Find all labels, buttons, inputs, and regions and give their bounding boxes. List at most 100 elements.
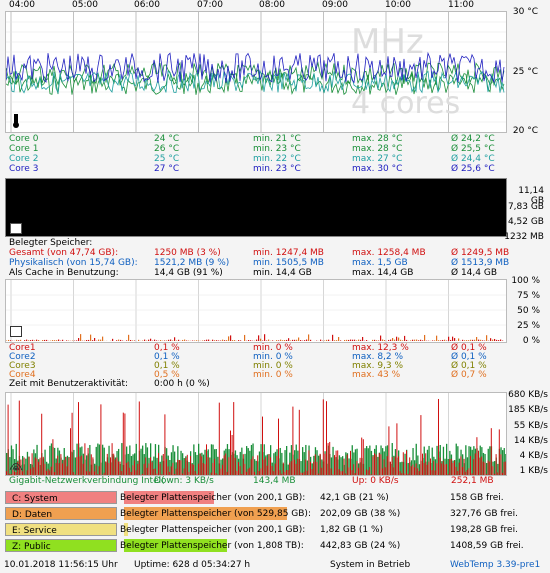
cpu-bar xyxy=(378,340,380,341)
net-up-bar xyxy=(218,402,220,475)
drive-row[interactable]: E: Service Belegter Plattenspeicher (von … xyxy=(5,523,545,537)
cpu-bar xyxy=(450,339,452,341)
net-up-bar xyxy=(332,474,334,475)
net-down-bar xyxy=(447,458,449,475)
cpu-bar xyxy=(272,340,274,341)
net-up-bar xyxy=(100,404,102,475)
net-up-bar xyxy=(329,441,331,475)
net-up-bar xyxy=(367,470,369,475)
drive-name[interactable]: C: System xyxy=(5,491,117,504)
net-up-bar xyxy=(351,470,353,475)
net-up-bar xyxy=(108,462,110,475)
cpu-bar xyxy=(154,339,156,341)
net-up-bar xyxy=(399,471,401,475)
net-up-bar xyxy=(28,456,30,475)
net-up-bar xyxy=(279,470,281,475)
cpu-bar xyxy=(372,339,374,341)
net-up-bar xyxy=(34,457,36,475)
net-down-bar xyxy=(370,450,373,475)
net-up-bar xyxy=(113,453,115,475)
cpu-bar xyxy=(54,340,56,341)
net-up-bar xyxy=(438,398,439,475)
cpu-bar xyxy=(388,339,390,341)
net-up-bar xyxy=(447,474,449,475)
hour-label: 07:00 xyxy=(197,0,223,10)
cpu-bar xyxy=(250,340,252,341)
net-up-bar xyxy=(199,453,201,475)
net-up-bar xyxy=(260,468,262,475)
cpu-bar xyxy=(320,339,322,341)
cpu-bar xyxy=(280,339,282,341)
cpu-bar xyxy=(130,339,132,341)
net-up-bar xyxy=(105,461,107,475)
net-up-bar xyxy=(281,473,283,475)
temp-ylabel-25: 25 °C xyxy=(512,67,538,77)
net-up-bar xyxy=(196,473,198,475)
drive-name[interactable]: Z: Public xyxy=(5,539,117,552)
drive-label: Belegter Plattenspeicher (von 1,808 TB): xyxy=(120,541,304,551)
net-up-bar xyxy=(94,471,95,475)
net-down-bar xyxy=(407,463,409,475)
net-up-bar xyxy=(495,454,497,475)
drive-row[interactable]: Z: Public Belegter Plattenspeicher (von 1… xyxy=(5,539,545,553)
cpu-bar xyxy=(214,340,216,341)
net-up-bar xyxy=(244,463,246,475)
cpu-bar xyxy=(150,338,152,341)
temp-min: min. 23 °C xyxy=(253,144,301,154)
net-up-bar xyxy=(204,464,206,475)
cpu-bar xyxy=(418,340,420,341)
net-down-bar xyxy=(318,455,320,475)
hour-label: 11:00 xyxy=(448,0,474,10)
net-up-bar xyxy=(87,447,89,475)
net-up-bar xyxy=(159,463,161,475)
temp-avg: Ø 25,6 °C xyxy=(451,164,495,174)
footer-version[interactable]: WebTemp 3.39-pre1 xyxy=(450,558,540,572)
net-up-bar xyxy=(476,437,478,475)
cpu-bar xyxy=(156,340,158,341)
network-icon xyxy=(9,459,23,471)
thermometer-icon xyxy=(12,114,20,128)
net-up-bar xyxy=(236,470,238,475)
net-up-bar xyxy=(420,415,422,475)
net-up-bar xyxy=(31,453,33,475)
net-ylabel-3: 14 KB/s xyxy=(513,436,548,446)
cpu-bar xyxy=(308,334,310,341)
net-up-bar xyxy=(36,458,38,475)
cpu-bar xyxy=(32,339,34,341)
drive-row[interactable]: C: System Belegter Plattenspeicher (von 2… xyxy=(5,491,545,505)
net-down-bar xyxy=(103,447,105,475)
cpu-bar xyxy=(414,339,416,341)
net-up-bar xyxy=(398,456,399,475)
cpu-ylabel-50: 50 % xyxy=(517,306,540,316)
cpu-bar xyxy=(398,337,400,341)
net-up-bar xyxy=(41,413,43,475)
cpu-bar xyxy=(412,339,414,341)
cpu-bar xyxy=(90,334,92,341)
cpu-bar xyxy=(144,339,146,341)
temp-min: min. 23 °C xyxy=(253,164,301,174)
net-up-bar xyxy=(225,453,227,475)
net-down-bar xyxy=(215,449,217,475)
net-up-bar xyxy=(183,468,185,475)
net-up-bar xyxy=(463,458,465,475)
net-down-bar xyxy=(209,457,211,475)
cpu-bar xyxy=(392,338,394,341)
net-up-bar xyxy=(145,457,147,475)
drive-row[interactable]: D: Daten Belegter Plattenspeicher (von 52… xyxy=(5,507,545,521)
cpu-bar xyxy=(288,338,290,341)
cpu-bar xyxy=(470,339,472,341)
cpu-bar xyxy=(184,339,186,341)
temp-min: min. 22 °C xyxy=(253,154,301,164)
cpu-bar xyxy=(442,339,444,341)
cpu-bar xyxy=(148,339,150,341)
net-up-bar xyxy=(348,467,350,475)
net-up-bar xyxy=(321,467,323,475)
net-ylabel-1: 185 KB/s xyxy=(508,405,548,415)
net-up-bar xyxy=(33,467,35,475)
net-up-bar xyxy=(103,472,105,475)
drive-name[interactable]: E: Service xyxy=(5,523,117,536)
net-up-bar xyxy=(324,453,326,475)
net-up-bar xyxy=(47,468,49,475)
net-up-bar xyxy=(498,429,500,475)
drive-name[interactable]: D: Daten xyxy=(5,507,117,520)
